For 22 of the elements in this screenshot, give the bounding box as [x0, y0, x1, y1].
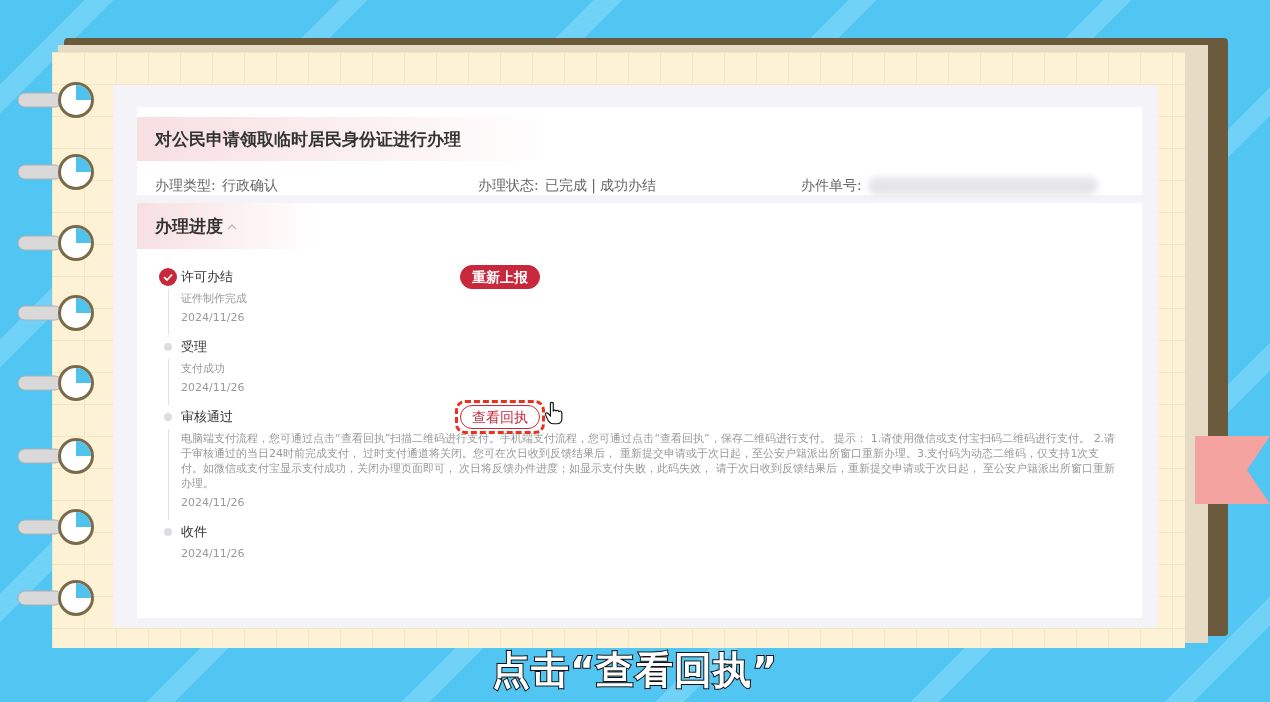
chevron-up-icon[interactable] — [227, 222, 237, 230]
hand-cursor-icon — [544, 401, 564, 425]
step-description: 支付成功 — [181, 361, 226, 376]
view-receipt-button[interactable]: 查看回执 — [460, 405, 540, 429]
field-label: 办理状态: — [478, 177, 539, 195]
step-title: 许可办结 — [181, 268, 234, 286]
field-value: 行政确认 — [221, 177, 278, 195]
step-title: 收件 — [181, 523, 208, 541]
step-date: 2024/11/26 — [181, 495, 246, 510]
step-date: 2024/11/26 — [181, 310, 246, 325]
field-value: 已完成 | 成功办结 — [544, 177, 657, 195]
step-description: 证件制作完成 — [181, 291, 248, 306]
resubmit-button[interactable]: 重新上报 — [460, 265, 540, 289]
section-title: 办理进度 — [155, 214, 223, 238]
step-title: 受理 — [181, 338, 208, 356]
subtitle: 点击“查看回执” — [492, 648, 778, 692]
step-date: 2024/11/26 — [181, 380, 246, 395]
step-date: 2024/11/26 — [181, 546, 246, 561]
step-title: 审核通过 — [181, 408, 234, 426]
field-label: 办件单号: — [801, 177, 862, 195]
field-label: 办理类型: — [155, 177, 216, 195]
record-title: 对公民申请领取临时居民身份证进行办理 — [155, 127, 461, 151]
